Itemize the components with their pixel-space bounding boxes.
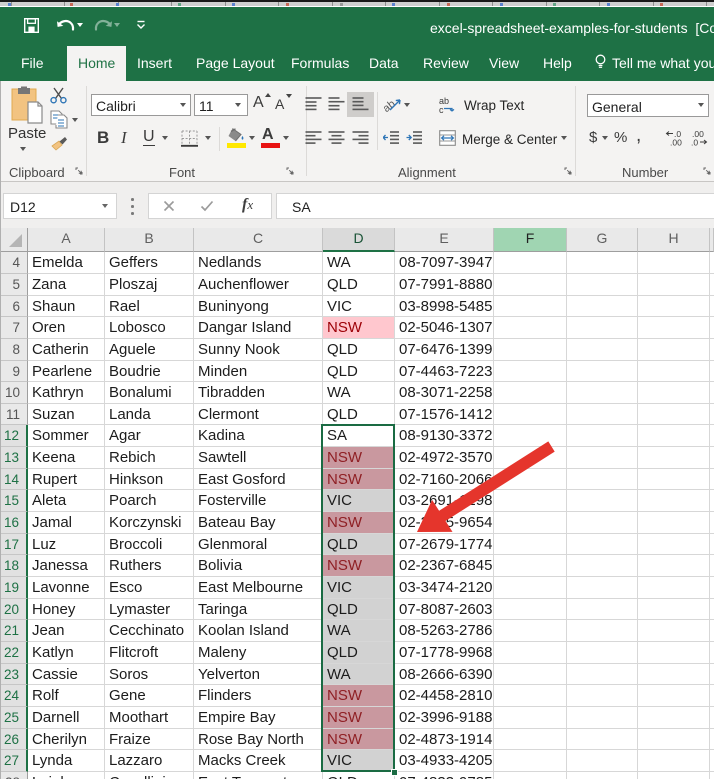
svg-text:.0: .0	[691, 138, 698, 147]
svg-text:ab: ab	[384, 98, 398, 114]
svg-text:c: c	[439, 105, 444, 115]
svg-text:.00: .00	[670, 138, 682, 147]
